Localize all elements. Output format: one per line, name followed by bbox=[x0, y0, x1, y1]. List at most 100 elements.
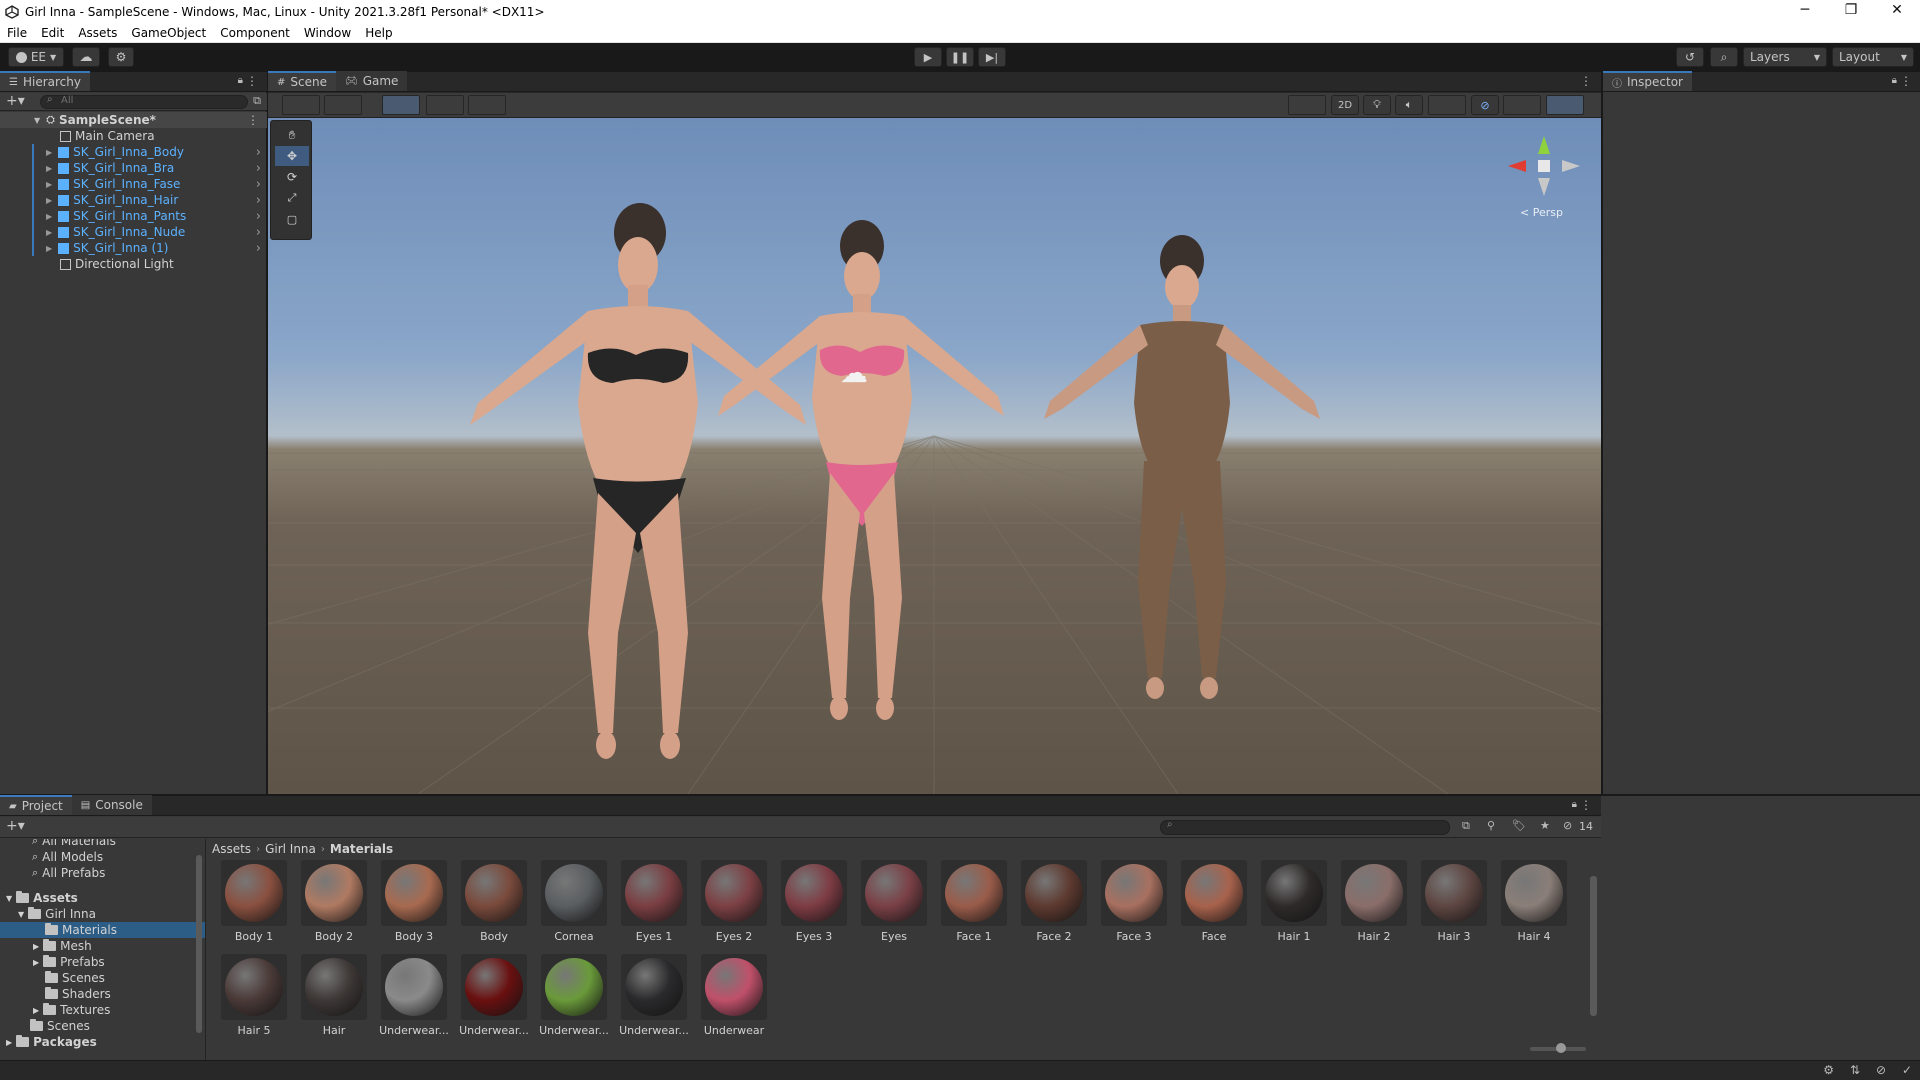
menu-assets[interactable]: Assets bbox=[71, 26, 124, 40]
history-button[interactable]: ↺ bbox=[1676, 47, 1704, 67]
material-asset[interactable]: Underwear... bbox=[612, 954, 692, 1048]
lock-icon[interactable]: 🔒︎ bbox=[238, 75, 243, 86]
material-asset[interactable]: Eyes bbox=[852, 860, 932, 954]
expand-arrow-icon[interactable]: ▶ bbox=[46, 212, 52, 221]
zoom-slider[interactable] bbox=[1530, 1043, 1586, 1053]
shading-mode-dropdown[interactable] bbox=[1288, 95, 1326, 115]
menu-window[interactable]: Window bbox=[297, 26, 358, 40]
hierarchy-item[interactable]: ▶ SK_Girl_Inna_Fase › bbox=[0, 176, 267, 192]
grid-snap-dropdown[interactable] bbox=[382, 95, 420, 115]
chevron-right-icon[interactable]: › bbox=[256, 145, 261, 160]
tool-handle-dropdown[interactable] bbox=[282, 95, 320, 115]
lock-icon[interactable]: 🔒︎ bbox=[1892, 75, 1897, 86]
debug-icon[interactable]: ⚙ bbox=[1823, 1063, 1834, 1077]
hierarchy-item[interactable]: ▶ SK_Girl_Inna (1) › bbox=[0, 240, 267, 256]
tree-materials[interactable]: Materials bbox=[0, 922, 205, 938]
hierarchy-item[interactable]: ▶ SK_Girl_Inna_Pants › bbox=[0, 208, 267, 224]
orientation-gizmo[interactable] bbox=[1504, 132, 1584, 202]
network-icon[interactable]: ⇅ bbox=[1850, 1063, 1860, 1077]
material-asset[interactable]: Hair 5 bbox=[212, 954, 292, 1048]
tab-project[interactable]: ▰ Project bbox=[0, 795, 72, 815]
more-menu-icon[interactable]: ⋮ bbox=[247, 113, 259, 127]
gizmos-dropdown[interactable] bbox=[1546, 95, 1584, 115]
material-asset[interactable]: Face 2 bbox=[1012, 860, 1092, 954]
expand-arrow-icon[interactable]: ▶ bbox=[46, 196, 52, 205]
chevron-right-icon[interactable]: › bbox=[256, 161, 261, 176]
search-by-label-icon[interactable]: ⚲ bbox=[1487, 819, 1495, 832]
chevron-right-icon[interactable]: › bbox=[256, 177, 261, 192]
material-asset[interactable]: Underwear... bbox=[532, 954, 612, 1048]
tree-scrollbar[interactable] bbox=[196, 841, 202, 1051]
material-asset[interactable]: Underwear... bbox=[452, 954, 532, 1048]
expand-arrow-icon[interactable]: ▶ bbox=[46, 180, 52, 189]
breadcrumb-assets[interactable]: Assets bbox=[212, 842, 251, 856]
breadcrumb-materials[interactable]: Materials bbox=[330, 842, 393, 856]
more-menu-icon[interactable]: ⋮ bbox=[1580, 74, 1592, 88]
scale-tool[interactable]: ⤢ bbox=[275, 188, 309, 208]
expand-arrow-icon[interactable]: ▶ bbox=[46, 148, 52, 157]
camera-settings-dropdown[interactable] bbox=[1503, 95, 1541, 115]
chevron-right-icon[interactable]: › bbox=[256, 241, 261, 256]
material-asset[interactable]: Hair 2 bbox=[1332, 860, 1412, 954]
menu-edit[interactable]: Edit bbox=[34, 26, 71, 40]
material-asset[interactable]: Cornea bbox=[532, 860, 612, 954]
material-asset[interactable]: Face 3 bbox=[1092, 860, 1172, 954]
favorite-all-prefabs[interactable]: ⌕ All Prefabs bbox=[32, 865, 105, 881]
material-asset[interactable]: Body 3 bbox=[372, 860, 452, 954]
tab-scene[interactable]: # Scene bbox=[268, 71, 336, 91]
collab-button[interactable]: ⚙ bbox=[108, 47, 134, 67]
tree-mesh[interactable]: ▶ Mesh bbox=[33, 938, 92, 954]
more-menu-icon[interactable]: ⋮ bbox=[1580, 798, 1592, 812]
character-model-nude-suit[interactable] bbox=[1032, 233, 1332, 753]
layers-dropdown[interactable]: Layers ▼ bbox=[1743, 47, 1827, 67]
star-icon[interactable]: ★ bbox=[1540, 819, 1550, 832]
pivot-dropdown[interactable] bbox=[324, 95, 362, 115]
more-menu-icon[interactable]: ⋮ bbox=[246, 74, 258, 88]
material-asset[interactable]: Eyes 2 bbox=[692, 860, 772, 954]
cloud-button[interactable]: ☁ bbox=[72, 47, 100, 67]
rect-tool[interactable]: ▢ bbox=[275, 209, 309, 229]
layout-dropdown[interactable]: Layout ▼ bbox=[1832, 47, 1914, 67]
expand-arrow-icon[interactable]: ▶ bbox=[46, 244, 52, 253]
menu-file[interactable]: File bbox=[0, 26, 34, 40]
tab-game[interactable]: 🎮︎ Game bbox=[335, 71, 408, 91]
hierarchy-search-field[interactable]: ⌕ All bbox=[40, 94, 248, 109]
expand-arrow-icon[interactable]: ▶ bbox=[46, 164, 52, 173]
hierarchy-item[interactable]: ▶ SK_Girl_Inna_Bra › bbox=[0, 160, 267, 176]
breadcrumb-girl-inna[interactable]: Girl Inna bbox=[265, 842, 316, 856]
move-tool[interactable]: ✥ bbox=[275, 146, 309, 166]
tab-inspector[interactable]: ⓘ Inspector bbox=[1603, 71, 1692, 91]
hierarchy-item[interactable]: ▶ SK_Girl_Inna_Body › bbox=[0, 144, 267, 160]
hidden-packages-icon[interactable]: ⊘ bbox=[1563, 819, 1572, 832]
lock-icon[interactable]: 🔒︎ bbox=[1572, 799, 1577, 810]
tree-packages[interactable]: ▶ Packages bbox=[6, 1034, 97, 1050]
effects-dropdown[interactable] bbox=[1428, 95, 1466, 115]
perspective-label[interactable]: < Persp bbox=[1520, 206, 1563, 219]
snap-settings-dropdown[interactable] bbox=[468, 95, 506, 115]
minimize-button[interactable]: ─ bbox=[1782, 0, 1828, 23]
tree-scenes-child[interactable]: Scenes bbox=[45, 970, 105, 986]
close-button[interactable]: ✕ bbox=[1874, 0, 1920, 23]
add-icon[interactable]: +▾ bbox=[6, 93, 25, 109]
lighting-toggle[interactable]: 💡︎ bbox=[1363, 95, 1391, 115]
pause-button[interactable]: ❚❚ bbox=[946, 47, 974, 67]
tree-prefabs[interactable]: ▶ Prefabs bbox=[33, 954, 105, 970]
material-asset[interactable]: Hair 1 bbox=[1252, 860, 1332, 954]
grid-scrollbar-thumb[interactable] bbox=[1590, 876, 1597, 1016]
account-dropdown[interactable]: EE ▼ bbox=[8, 47, 64, 67]
tab-console[interactable]: ▤ Console bbox=[71, 795, 152, 815]
step-button[interactable]: ▶| bbox=[978, 47, 1006, 67]
material-asset[interactable]: Hair bbox=[292, 954, 372, 1048]
hand-tool[interactable]: ✋︎ bbox=[275, 125, 309, 145]
chevron-right-icon[interactable]: › bbox=[256, 209, 261, 224]
chevron-right-icon[interactable]: › bbox=[256, 193, 261, 208]
tag-icon[interactable]: 🏷︎ bbox=[1512, 819, 1526, 832]
menu-component[interactable]: Component bbox=[213, 26, 297, 40]
play-button[interactable]: ▶ bbox=[914, 47, 942, 67]
material-asset[interactable]: Body bbox=[452, 860, 532, 954]
tree-scenes[interactable]: Scenes bbox=[30, 1018, 90, 1034]
search-button[interactable]: ⌕ bbox=[1710, 47, 1738, 67]
zoom-slider-handle[interactable] bbox=[1556, 1043, 1566, 1053]
menu-gameobject[interactable]: GameObject bbox=[124, 26, 213, 40]
material-asset[interactable]: Face 1 bbox=[932, 860, 1012, 954]
